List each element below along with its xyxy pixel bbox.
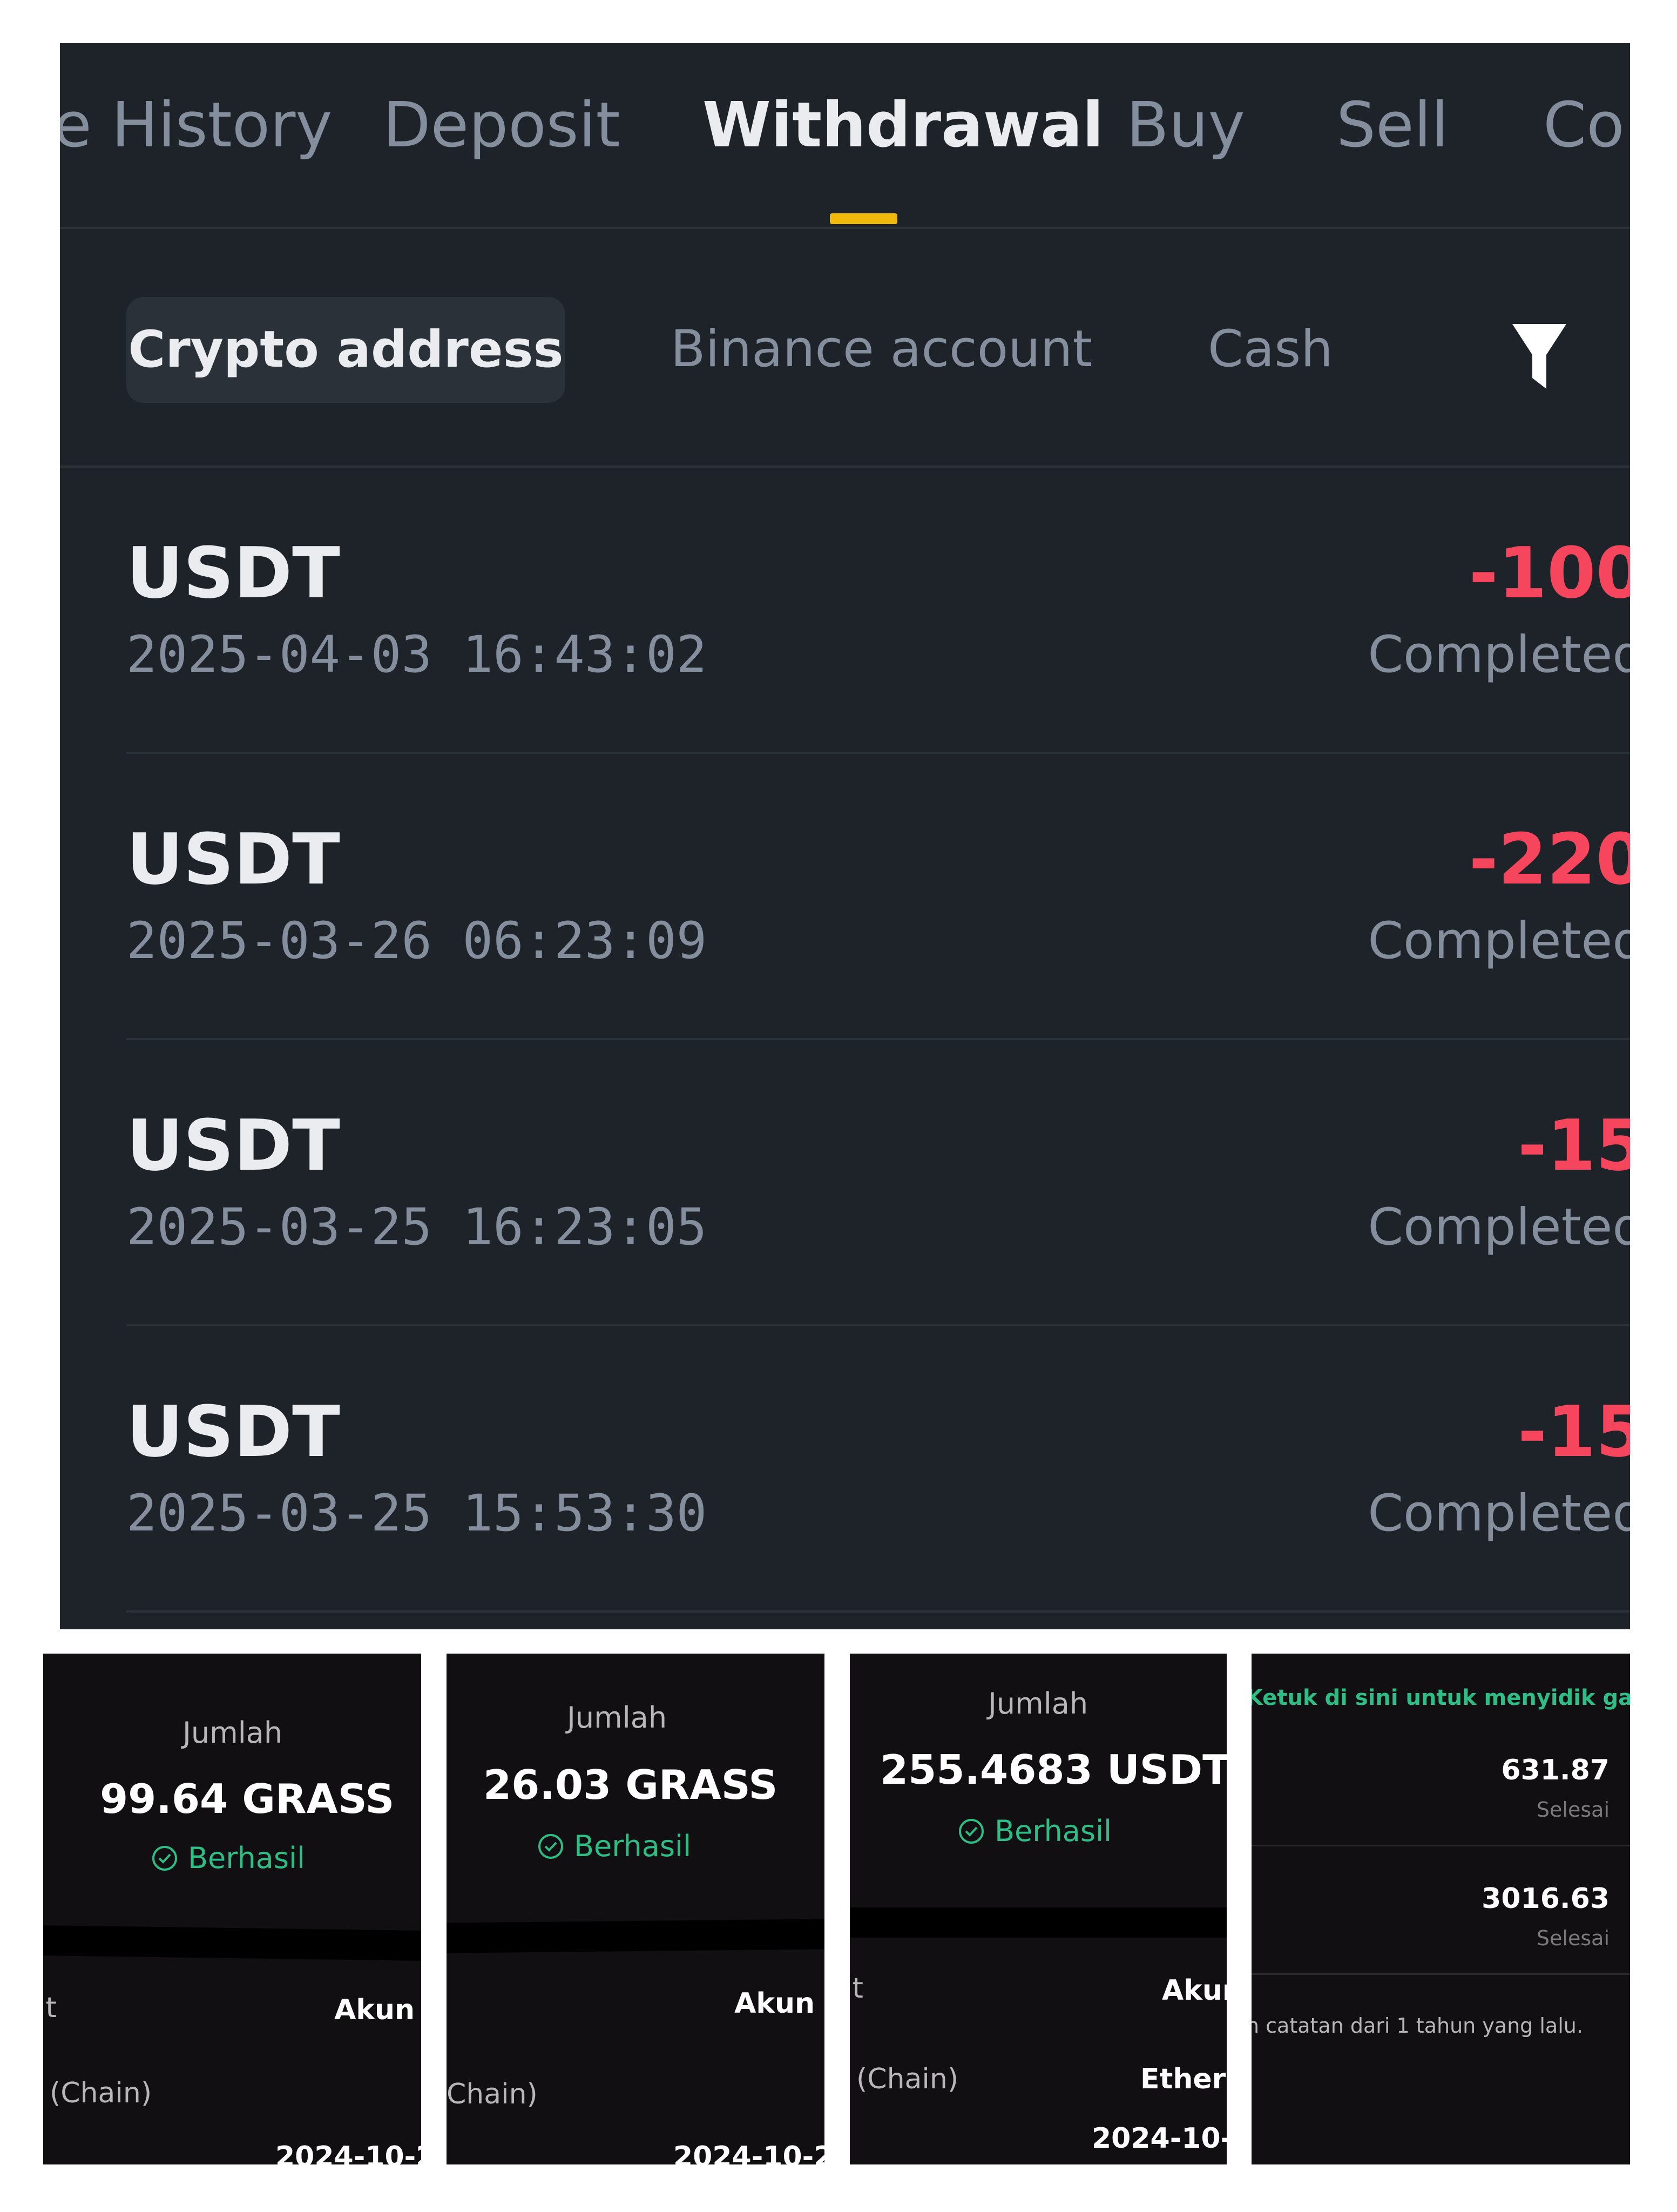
coin-name: USDT <box>126 818 340 900</box>
withdrawal-row[interactable]: USDT 2025-03-25 16:23:05 -15 Completed <box>126 1040 1630 1326</box>
amount: -220 <box>1469 818 1630 900</box>
crop-band <box>447 1919 824 1953</box>
withdrawal-row[interactable]: USDT 2025-03-25 15:53:30 -15 Completed <box>126 1326 1630 1613</box>
amount: -15 <box>1518 1391 1630 1473</box>
troubleshoot-link[interactable]: Ketuk di sini untuk menyidik ganggua <box>1252 1687 1630 1709</box>
chain-label: Chain) <box>447 2078 538 2110</box>
row-divider <box>126 1610 1630 1613</box>
crop-band <box>850 1907 1227 1938</box>
chain-label: (Chain) <box>50 2077 152 2109</box>
tab-history-prefix: e <box>60 89 92 161</box>
status-label: Berhasil <box>995 1814 1112 1848</box>
chain-label: (Chain) <box>856 2063 959 2095</box>
field-fragment: it <box>43 1992 57 2024</box>
amount: -15 <box>1518 1104 1630 1186</box>
check-circle-icon <box>959 1819 984 1844</box>
withdrawal-row[interactable]: USDT 2025-04-03 16:43:02 -100 Completed <box>126 468 1630 754</box>
status-label: Berhasil <box>188 1841 305 1875</box>
account-label: Akun <box>334 1994 415 2026</box>
amount-label: Jumlah <box>182 1716 283 1750</box>
amount-label: Jumlah <box>567 1701 667 1735</box>
timestamp: 2025-03-25 16:23:05 <box>126 1198 707 1257</box>
date-value: 2024-10-2 <box>673 2141 824 2164</box>
withdrawal-history-panel: e History Deposit Withdrawal Buy Sell Co… <box>60 43 1630 1629</box>
tabs-divider <box>60 227 1630 229</box>
amount-value: 631.87 <box>1501 1754 1610 1786</box>
timestamp: 2025-04-03 16:43:02 <box>126 625 707 684</box>
check-circle-icon <box>538 1834 563 1859</box>
amount-value: 99.64 GRASS <box>100 1775 395 1823</box>
timestamp: 2025-03-26 06:23:09 <box>126 912 707 970</box>
timestamp: 2025-03-25 15:53:30 <box>126 1484 707 1543</box>
tab-history-label: History <box>111 89 333 161</box>
tab-withdrawal[interactable]: Withdrawal <box>702 95 1104 157</box>
subtab-cash[interactable]: Cash <box>1208 324 1333 375</box>
tab-deposit[interactable]: Deposit <box>383 95 620 157</box>
coin-name: USDT <box>126 532 340 614</box>
status-label: Berhasil <box>574 1829 691 1863</box>
subtab-crypto-address[interactable]: Crypto address <box>126 297 565 403</box>
status-text: Completed <box>1368 1198 1630 1257</box>
receipt-crop-1: Jumlah 99.64 GRASS Berhasil it Akun (Cha… <box>43 1654 421 2164</box>
amount-label: Jumlah <box>988 1687 1088 1721</box>
row-divider <box>1252 1845 1630 1846</box>
status-text: Selesai <box>1536 1926 1610 1950</box>
network-value: Ethere <box>1140 2063 1227 2095</box>
history-crop-4: Ketuk di sini untuk menyidik ganggua 631… <box>1252 1654 1630 2164</box>
check-circle-icon <box>152 1846 177 1871</box>
status-success: Berhasil <box>958 1817 1112 1846</box>
amount-value: 255.4683 USDT <box>880 1746 1227 1793</box>
account-label: Akun <box>734 1987 815 2020</box>
status-success: Berhasil <box>151 1844 305 1873</box>
status-success: Berhasil <box>537 1832 691 1861</box>
coin-name: USDT <box>126 1391 340 1473</box>
amount-value: 26.03 GRASS <box>483 1761 778 1809</box>
date-value: 2024-10- <box>1092 2122 1227 2155</box>
account-label: Akun <box>1162 1974 1227 2007</box>
tab-buy[interactable]: Buy <box>1126 95 1245 157</box>
active-tab-indicator <box>830 213 897 224</box>
row-divider <box>1252 1973 1630 1975</box>
withdrawal-row[interactable]: USDT 2025-03-26 06:23:09 -220 Completed <box>126 754 1630 1040</box>
amount: -100 <box>1469 532 1630 614</box>
history-tabs: e History Deposit Withdrawal Buy Sell Co <box>60 43 1630 229</box>
amount-value: 3016.63 <box>1482 1883 1610 1915</box>
crop-band <box>43 1925 421 1961</box>
subtab-binance-account[interactable]: Binance account <box>671 324 1092 375</box>
history-note: n catatan dari 1 tahun yang lalu. <box>1252 2014 1583 2038</box>
status-text: Selesai <box>1536 1798 1610 1822</box>
receipt-crop-3: Jumlah 255.4683 USDT Berhasil it Akun (C… <box>850 1654 1227 2164</box>
date-value: 2024-10-2 <box>275 2141 421 2164</box>
tab-history[interactable]: e History <box>60 95 332 157</box>
coin-name: USDT <box>126 1104 340 1186</box>
status-text: Completed <box>1368 1484 1630 1543</box>
field-fragment: it <box>850 1972 863 2005</box>
tab-convert[interactable]: Co <box>1543 95 1625 157</box>
status-text: Completed <box>1368 912 1630 970</box>
status-text: Completed <box>1368 625 1630 684</box>
tab-sell[interactable]: Sell <box>1336 95 1449 157</box>
receipt-crop-2: Jumlah 26.03 GRASS Berhasil Akun Chain) … <box>447 1654 824 2164</box>
filter-icon[interactable] <box>1510 321 1569 392</box>
